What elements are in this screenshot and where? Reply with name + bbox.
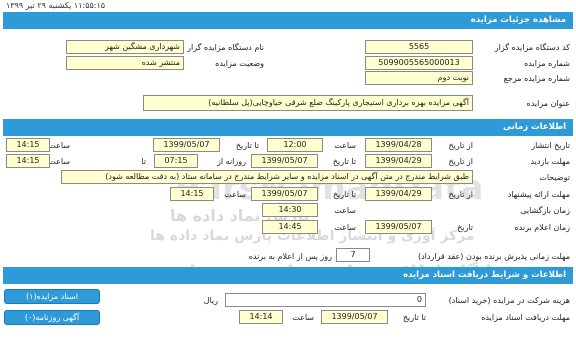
visit-to-hour-label: تا	[141, 157, 146, 166]
visit-daily-label: روزانه از	[217, 157, 246, 166]
deadline-label: مهلت دریافت اسناد مزایده	[481, 313, 570, 322]
publish-to-time-field: 14:15	[6, 138, 50, 152]
current-datetime: ۱۱:۵۵:۱۵ یکشنبه ۲۹ تیر ۱۳۹۹	[6, 1, 106, 10]
publish-from-label: از تاریخ	[448, 141, 473, 150]
org-name-field: شهرداری مشگین شهر	[66, 40, 184, 54]
publish-to-label: تا تاریخ	[235, 141, 259, 150]
status-label: وضعیت مزایده	[215, 59, 264, 68]
winner-date-label: تاریخ	[457, 223, 473, 232]
timing-header: اطلاعات زمانی	[3, 119, 573, 136]
visit-to-time-field: 14:15	[6, 154, 50, 168]
publish-from-hour-label: ساعت	[334, 141, 356, 150]
description-label: توضیحات	[539, 173, 570, 182]
visit-to-field: 1399/05/07	[251, 154, 318, 168]
visit-daily-field: 07:15	[154, 154, 198, 168]
submit-to-label: تا تاریخ	[332, 190, 356, 199]
auction-documents-button[interactable]: اسناد مزایده(۱)	[4, 289, 100, 304]
publish-from-time-field: 12:00	[267, 138, 323, 152]
ref-no-label: شماره مزایده مرجع	[503, 74, 570, 83]
ref-no-field: نوبت دوم	[365, 71, 473, 85]
visit-label: مهلت بازدید	[530, 157, 570, 166]
fee-label: هزینه شرکت در مزایده (خرید اسناد)	[448, 296, 570, 305]
details-header: مشاهده جزئیات مزایده	[3, 12, 573, 29]
winner-label: زمان اعلام برنده	[514, 223, 570, 232]
auction-no-label: شماره مزایده	[524, 59, 570, 68]
winner-date-field: 1399/05/07	[365, 220, 432, 234]
fee-field: 0	[225, 293, 426, 307]
publish-to-hour-label: ساعت	[48, 141, 70, 150]
visit-hour-label: ساعت	[48, 157, 70, 166]
publish-to-field: 1399/05/07	[153, 138, 220, 152]
winner-hour-label: ساعت	[334, 223, 356, 232]
visit-from-field: 1399/04/29	[365, 154, 432, 168]
submit-label: مهلت ارائه پیشنهاد	[507, 190, 570, 199]
title-field: آگهی مزایده بهره برداری استیجاری پارکینگ…	[143, 95, 473, 111]
opening-time-field: 14:30	[262, 203, 318, 217]
org-code-field: 5565	[365, 40, 473, 54]
acceptance-days-field: 7	[336, 248, 370, 262]
publish-label: تاریخ انتشار	[531, 141, 570, 150]
newspaper-ads-button[interactable]: آگهی روزنامه(۰)	[4, 310, 100, 325]
docs-header: اطلاعات و شرایط دریافت اسناد مزایده	[3, 267, 573, 284]
submit-from-label: از تاریخ	[448, 190, 473, 199]
winner-time-field: 14:45	[262, 220, 318, 234]
visit-to-label: تا تاریخ	[332, 157, 356, 166]
visit-from-label: از تاریخ	[448, 157, 473, 166]
opening-label: زمان بازگشایی	[520, 206, 570, 215]
status-field: منتشر شده	[66, 56, 184, 70]
publish-from-field: 1399/04/28	[365, 138, 432, 152]
deadline-time-field: 14:14	[239, 310, 283, 324]
submit-hour-label: ساعت	[224, 190, 246, 199]
deadline-hour-label: ساعت	[292, 313, 314, 322]
opening-hour-label: ساعت	[334, 206, 356, 215]
submit-from-field: 1399/04/29	[365, 187, 432, 201]
submit-to-time-field: 14:15	[170, 187, 214, 201]
currency-label: ریال	[203, 296, 218, 305]
acceptance-label: مهلت زمانی پذیرش برنده بودن (عقد قرارداد…	[417, 252, 570, 261]
deadline-date-field: 1399/05/07	[321, 310, 388, 324]
org-name-label: نام دستگاه مزایده گزار	[187, 43, 264, 52]
title-label: عنوان مزایده	[526, 99, 571, 108]
org-code-label: کد دستگاه مزایده گزار	[494, 43, 570, 52]
submit-to-field: 1399/05/07	[251, 187, 318, 201]
deadline-to-label: تا تاریخ	[402, 313, 426, 322]
auction-no-field: 5099005565000013	[365, 56, 473, 70]
acceptance-suffix: روز پس از اعلام به برنده	[248, 252, 332, 261]
description-field: طبق شرایط مندرج در متن آگهی در اسناد مزا…	[61, 170, 473, 184]
top-bar: ۱۱:۵۵:۱۵ یکشنبه ۲۹ تیر ۱۳۹۹	[0, 0, 576, 12]
